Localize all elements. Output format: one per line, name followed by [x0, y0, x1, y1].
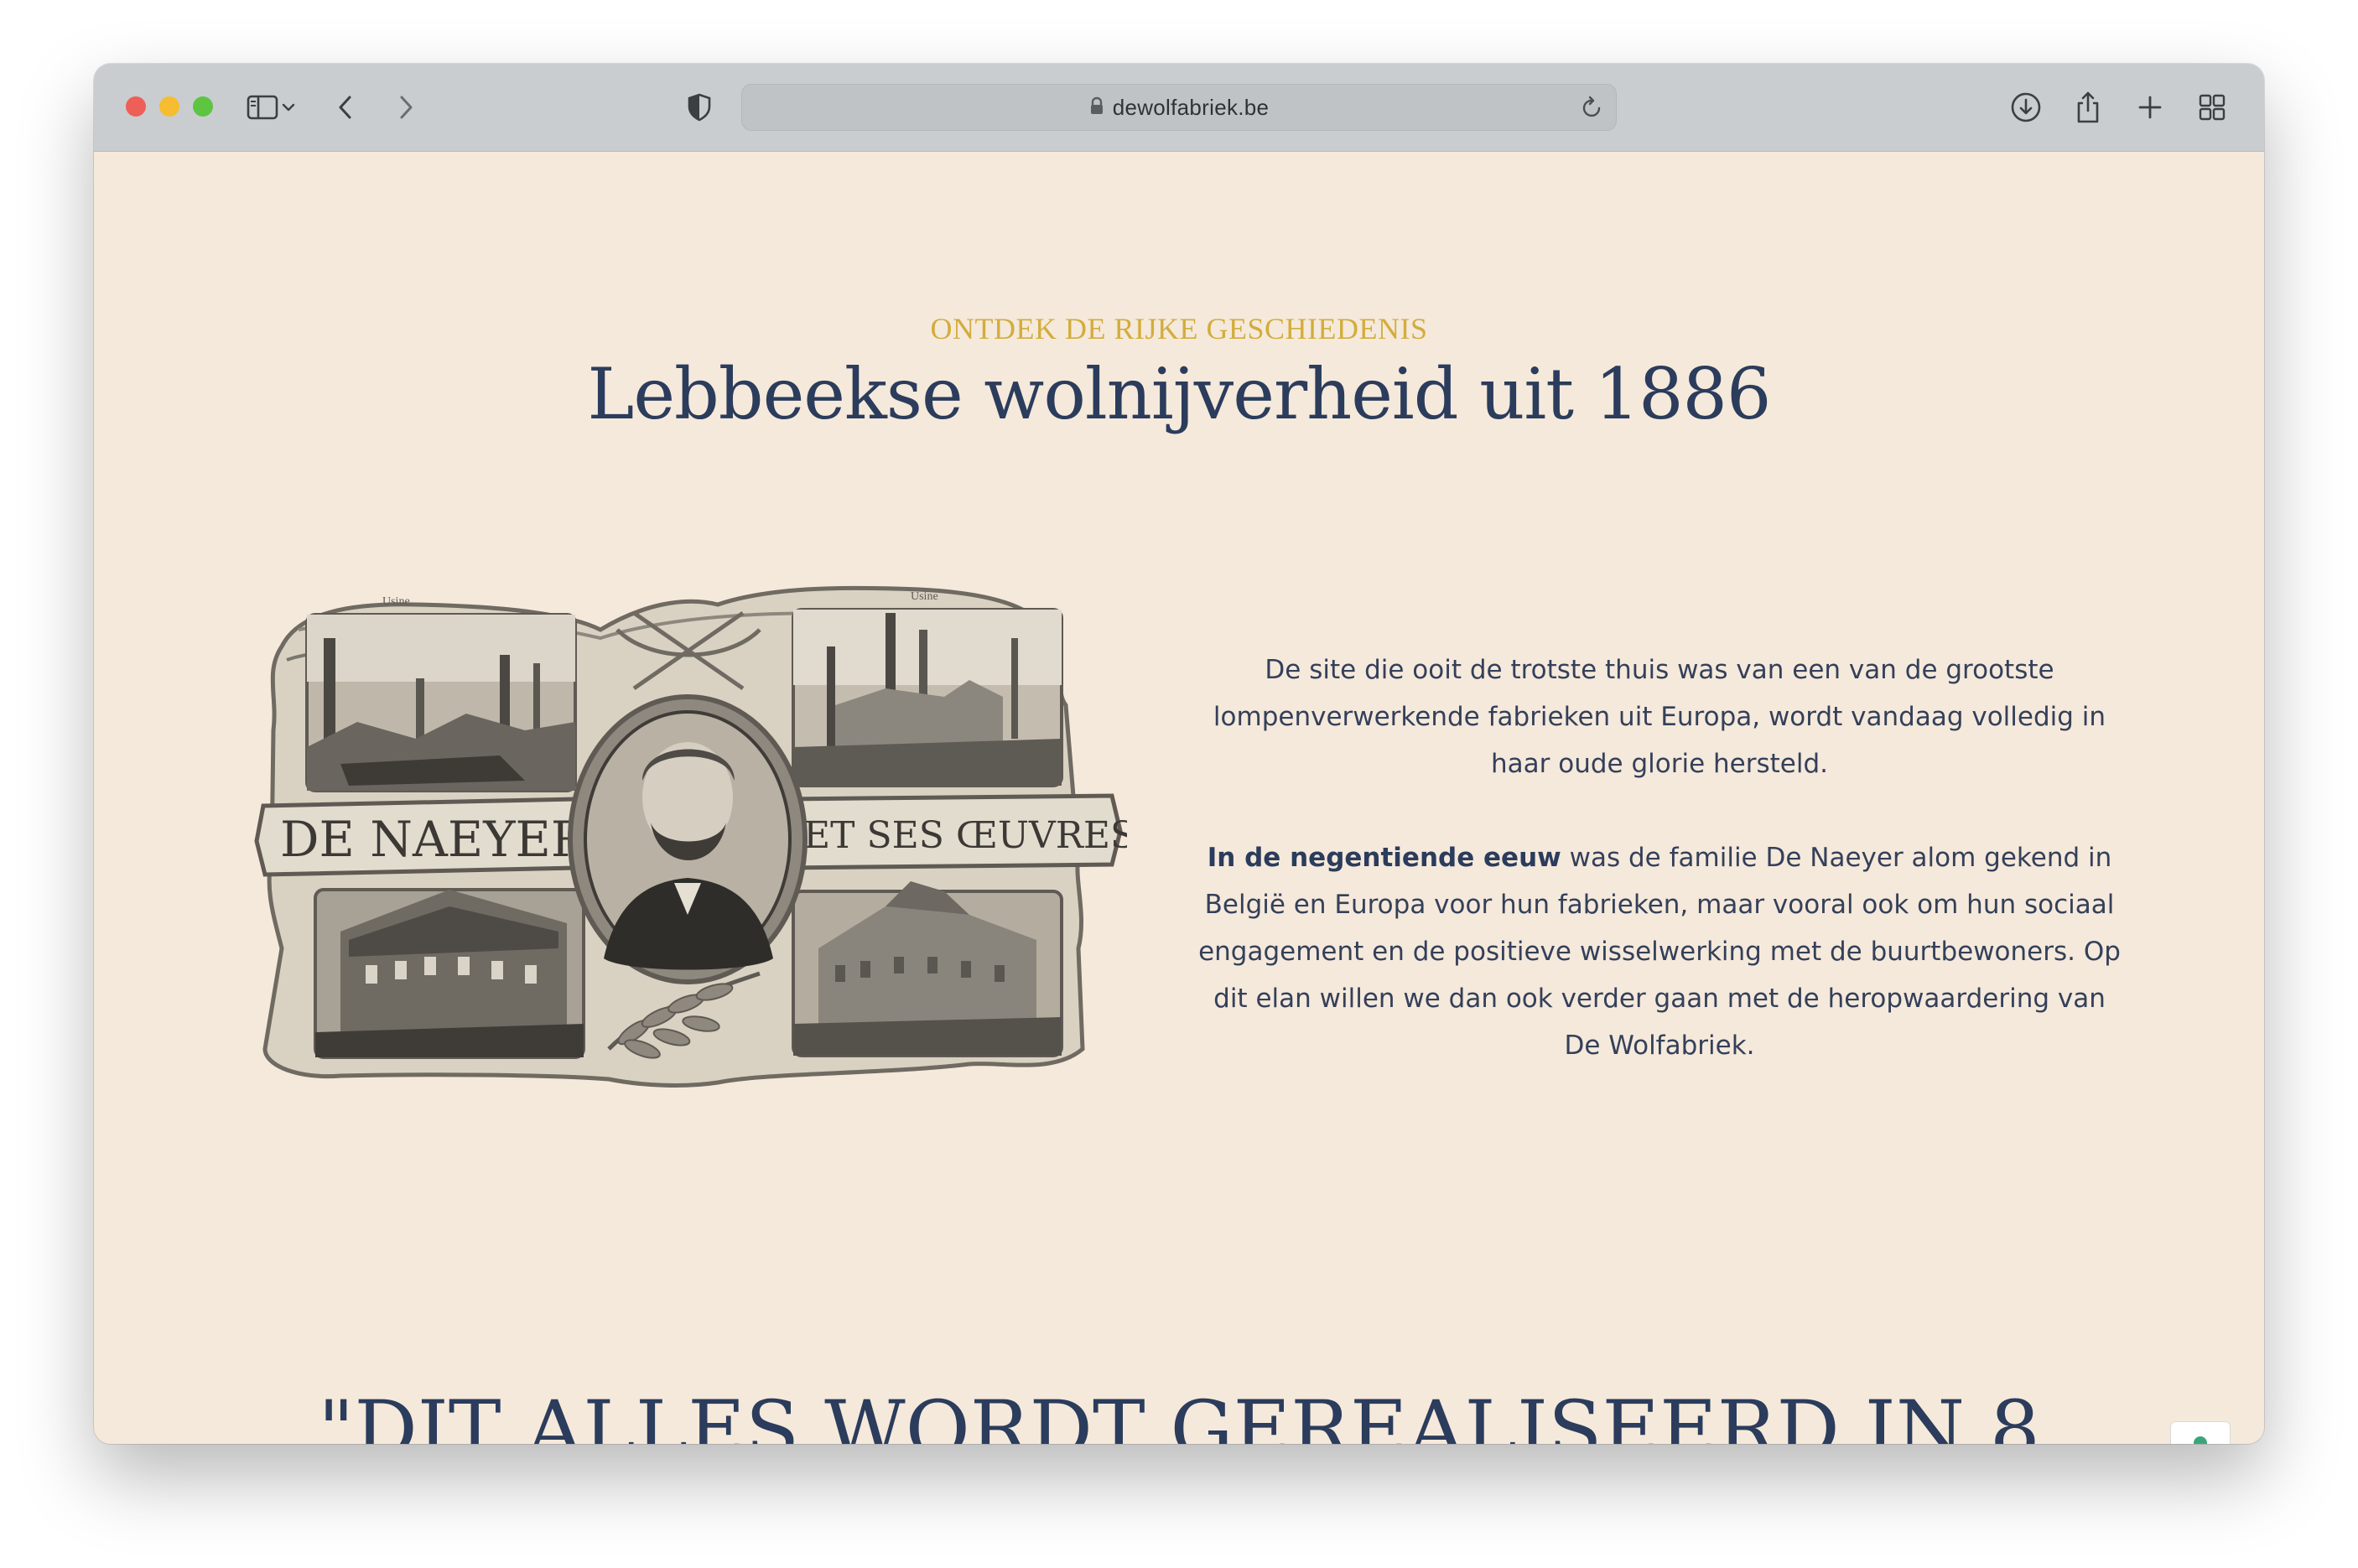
url-text: dewolfabriek.be [1112, 94, 1270, 120]
de-naeyer-postcard-illustration: Usine Usine DE NAEYER ET SES ŒUVRES [254, 585, 1127, 1088]
caption-top-left: Usine [382, 595, 410, 608]
chevron-right-icon[interactable] [387, 89, 424, 126]
intro-paragraph-2-body: was de familie De Naeyer alom gekend in … [1198, 843, 2121, 1061]
keyhole-icon [2194, 1436, 2207, 1444]
intro-paragraph-2: In de negentiende eeuw was de familie De… [1194, 834, 2125, 1069]
lock-icon [1089, 95, 1104, 121]
tab-overview-icon[interactable] [2194, 89, 2231, 126]
caption-top-right: Usine [911, 590, 938, 603]
zoom-window-button[interactable] [193, 96, 213, 117]
intro-paragraph-1: De site die ooit de trotste thuis was va… [1213, 655, 2106, 779]
browser-toolbar: dewolfabriek.be [94, 64, 2264, 152]
page-content: ONTDEK DE RIJKE GESCHIEDENIS Lebbeekse w… [94, 152, 2264, 1444]
page-title: Lebbeekse wolnijverheid uit 1886 [587, 353, 1772, 435]
intro-paragraph-2-emphasis: In de negentiende eeuw [1207, 843, 1561, 873]
plus-icon[interactable] [2132, 89, 2168, 126]
chevron-left-icon[interactable] [327, 89, 364, 126]
browser-window: dewolfabriek.be ONTDEK DE RIJKE GESCHIED… [94, 64, 2264, 1444]
banner-left-text: DE NAEYER [280, 811, 590, 868]
close-window-button[interactable] [126, 96, 146, 117]
minimize-window-button[interactable] [159, 96, 179, 117]
share-icon[interactable] [2070, 89, 2106, 126]
banner-right-text: ET SES ŒUVRES [803, 814, 1127, 857]
sidebar-icon[interactable] [245, 89, 282, 126]
intro-text: De site die ooit de trotste thuis was va… [1194, 646, 2125, 1069]
section-eyebrow: ONTDEK DE RIJKE GESCHIEDENIS [930, 312, 1428, 345]
shield-icon[interactable] [681, 89, 718, 126]
address-bar[interactable]: dewolfabriek.be [741, 84, 1617, 131]
download-icon[interactable] [2007, 89, 2044, 126]
keyhole-floating-button[interactable] [2170, 1421, 2231, 1444]
quote-heading: "DIT ALLES WORDT GEREALISEERD IN 8 [318, 1384, 2040, 1444]
chevron-down-icon[interactable] [278, 89, 299, 126]
reload-icon[interactable] [1581, 95, 1604, 124]
